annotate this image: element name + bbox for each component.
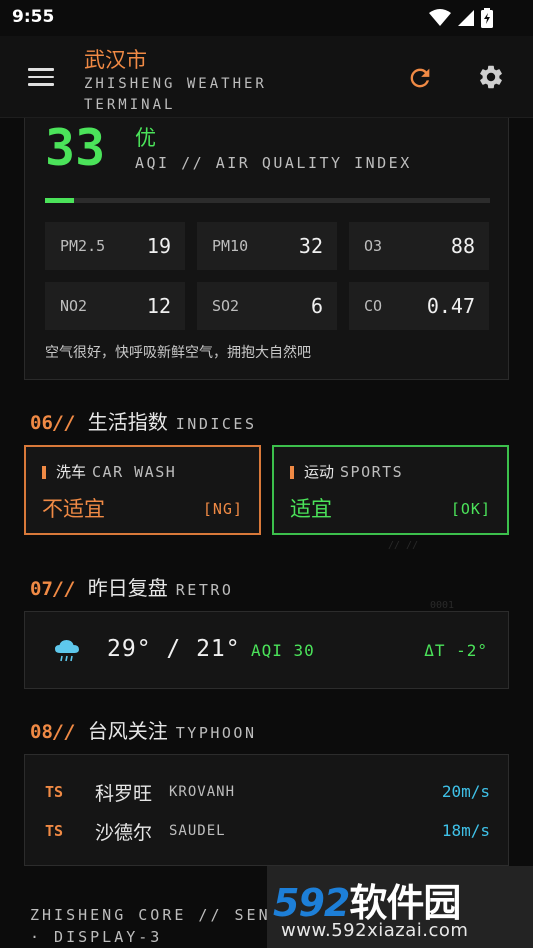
- city-title: 武汉市: [84, 48, 147, 72]
- pollutant-cell: CO 0.47: [349, 282, 489, 330]
- typhoon-row[interactable]: TS 沙德尔 SAUDEL 18m/s: [45, 817, 490, 845]
- pollutant-cell: SO2 6: [197, 282, 337, 330]
- typhoon-tag: TS: [45, 822, 64, 840]
- background-code: 0001: [430, 600, 455, 611]
- menu-icon[interactable]: [28, 68, 54, 88]
- typhoon-speed: 20m/s: [441, 782, 490, 801]
- pollutant-cell: O3 88: [349, 222, 489, 270]
- section-header-retro: 07 // 昨日复盘 RETRO: [30, 572, 233, 601]
- rain-cloud-icon: [55, 640, 79, 662]
- pollutant-cell: PM10 32: [197, 222, 337, 270]
- typhoon-name-en: SAUDEL: [169, 823, 226, 839]
- pollutant-name: NO2: [60, 297, 88, 315]
- section-subtitle: RETRO: [175, 581, 234, 599]
- typhoon-speed: 18m/s: [441, 821, 490, 840]
- pollutant-value: 88: [450, 234, 475, 258]
- index-name-en: CAR WASH: [92, 463, 177, 481]
- retro-delta: ΔT -2°: [424, 641, 488, 660]
- aqi-advice: 空气很好，快呼吸新鲜空气，拥抱大自然吧: [45, 345, 311, 361]
- watermark-logo-text: 软件园: [349, 881, 461, 925]
- index-marker: [290, 466, 294, 479]
- status-time: 9:55: [12, 7, 55, 27]
- background-code: // //: [388, 540, 419, 551]
- retro-card: 29° / 21° AQI 30 ΔT -2°: [24, 611, 509, 689]
- pollutant-value: 12: [146, 294, 171, 318]
- index-status: 不适宜: [42, 497, 105, 521]
- watermark-logo: 592软件园: [273, 872, 461, 927]
- watermark: 592软件园 www.592xiazai.com: [267, 866, 533, 948]
- index-tag: [OK]: [450, 500, 491, 518]
- section-subtitle: TYPHOON: [175, 724, 257, 742]
- wifi-icon: [429, 9, 451, 26]
- watermark-logo-number: 592: [273, 881, 350, 925]
- section-header-typhoon: 08 // 台风关注 TYPHOON: [30, 715, 257, 744]
- typhoon-tag: TS: [45, 783, 64, 801]
- retro-temperature: 29° / 21°: [107, 636, 241, 662]
- typhoon-name-en: KROVANH: [169, 784, 236, 800]
- retro-aqi: AQI 30: [251, 641, 315, 660]
- pollutant-name: SO2: [212, 297, 240, 315]
- pollutant-name: CO: [364, 297, 383, 315]
- typhoon-name-cn: 科罗旺: [95, 783, 153, 805]
- section-slash: //: [52, 578, 76, 600]
- section-number: 06: [30, 412, 53, 434]
- status-bar: 9:55: [0, 0, 533, 36]
- watermark-url: www.592xiazai.com: [281, 920, 469, 941]
- pollutant-name: PM10: [212, 237, 249, 255]
- index-name-en: SPORTS: [340, 463, 404, 481]
- section-title: 生活指数: [87, 410, 168, 434]
- pollutant-name: PM2.5: [60, 237, 106, 255]
- section-title: 昨日复盘: [87, 576, 168, 600]
- pollutant-value: 6: [310, 294, 323, 318]
- section-header-indices: 06 // 生活指数 INDICES: [30, 406, 257, 435]
- gear-icon[interactable]: [477, 63, 505, 91]
- index-name-cn: 运动: [304, 463, 335, 481]
- index-marker: [42, 466, 46, 479]
- section-slash: //: [52, 721, 76, 743]
- pollutant-name: O3: [364, 237, 383, 255]
- aqi-card: 33 优 AQI // AIR QUALITY INDEX PM2.5 19 PM…: [24, 118, 509, 380]
- battery-icon: [481, 8, 493, 28]
- aqi-level: 优: [135, 126, 156, 150]
- index-name: 运动 SPORTS: [304, 461, 403, 482]
- section-number: 07: [30, 578, 53, 600]
- refresh-icon[interactable]: [406, 64, 434, 92]
- aqi-progress-fill: [45, 198, 75, 203]
- section-title: 台风关注: [87, 719, 168, 743]
- app-bar: 武汉市 ZHISHENG WEATHER TERMINAL: [0, 36, 533, 118]
- section-number: 08: [30, 721, 53, 743]
- index-tag: [NG]: [202, 500, 243, 518]
- index-name-cn: 洗车: [56, 463, 87, 481]
- section-slash: //: [52, 412, 76, 434]
- index-status: 适宜: [290, 497, 332, 521]
- aqi-value: 33: [45, 119, 106, 177]
- pollutant-value: 19: [146, 234, 171, 258]
- aqi-label: AQI // AIR QUALITY INDEX: [135, 154, 412, 172]
- signal-icon: [458, 10, 474, 26]
- pollutant-cell: NO2 12: [45, 282, 185, 330]
- section-subtitle: INDICES: [175, 415, 257, 433]
- typhoon-name-cn: 沙德尔: [95, 822, 153, 844]
- index-card-sports[interactable]: 运动 SPORTS 适宜 [OK]: [272, 445, 509, 535]
- app-subtitle: ZHISHENG WEATHER TERMINAL: [84, 76, 267, 113]
- index-card-car-wash[interactable]: 洗车 CAR WASH 不适宜 [NG]: [24, 445, 261, 535]
- aqi-progress-bar: [45, 198, 490, 203]
- typhoon-card: TS 科罗旺 KROVANH 20m/s TS 沙德尔 SAUDEL 18m/s: [24, 754, 509, 866]
- pollutant-value: 32: [298, 234, 323, 258]
- typhoon-row[interactable]: TS 科罗旺 KROVANH 20m/s: [45, 778, 490, 806]
- status-icons: [429, 8, 493, 28]
- pollutant-value: 0.47: [426, 294, 475, 318]
- index-name: 洗车 CAR WASH: [56, 461, 176, 482]
- pollutant-cell: PM2.5 19: [45, 222, 185, 270]
- pollutant-grid: PM2.5 19 PM10 32 O3 88 NO2 12 SO2 6 CO 0.47: [45, 222, 490, 330]
